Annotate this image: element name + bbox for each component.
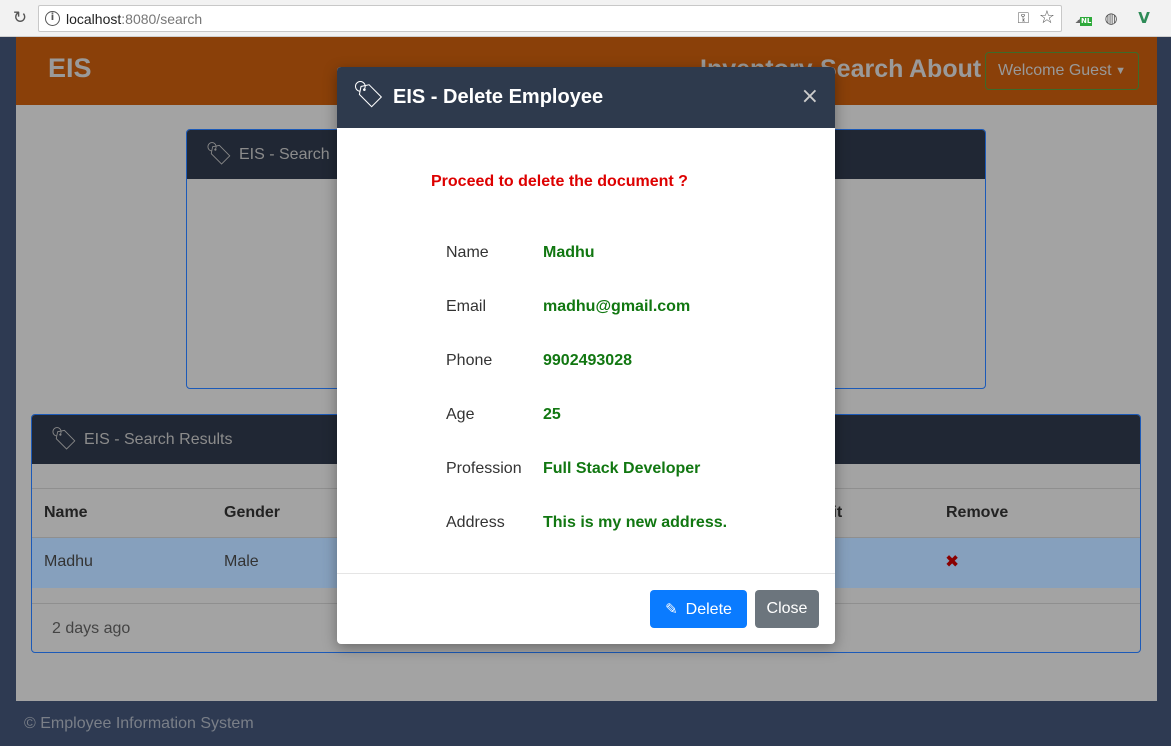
- column-header-remove[interactable]: Remove: [946, 504, 1008, 522]
- extension-badge: NL: [1080, 17, 1093, 26]
- field-label-name: Name: [446, 244, 489, 261]
- footer-text: © Employee Information System: [24, 715, 254, 732]
- delete-button[interactable]: ✎ Delete: [650, 590, 747, 628]
- modal-header: 🏷 EIS - Delete Employee ×: [337, 67, 835, 128]
- field-label-phone: Phone: [446, 352, 493, 369]
- results-card-title: EIS - Search Results: [84, 431, 233, 448]
- close-button[interactable]: Close: [755, 590, 819, 628]
- welcome-dropdown[interactable]: Welcome Guest ▼: [985, 52, 1139, 90]
- page-footer: © Employee Information System: [16, 701, 1157, 746]
- column-header-name[interactable]: Name: [44, 504, 88, 522]
- last-updated-text: 2 days ago: [52, 620, 131, 637]
- url-host: localhost: [66, 11, 122, 27]
- reload-icon[interactable]: ↻: [10, 8, 30, 28]
- column-header-gender[interactable]: Gender: [224, 504, 280, 522]
- url-path: :8080/search: [121, 11, 203, 27]
- field-value-profession: Full Stack Developer: [543, 460, 701, 477]
- tags-icon: 🏷: [205, 142, 233, 167]
- vue-devtools-icon[interactable]: V: [1134, 8, 1154, 28]
- edit-icon: ✎: [665, 600, 678, 618]
- remove-x-icon[interactable]: ✖: [945, 552, 959, 572]
- delete-employee-modal: 🏷 EIS - Delete Employee × Proceed to del…: [337, 67, 835, 644]
- address-bar[interactable]: i localhost:8080/search ⚿ ☆: [38, 5, 1062, 32]
- brand-logo[interactable]: EIS: [48, 53, 92, 84]
- cell-gender: Male: [224, 553, 259, 570]
- bookmark-star-icon[interactable]: ☆: [1039, 7, 1055, 28]
- field-value-age: 25: [543, 406, 561, 423]
- field-label-address: Address: [446, 514, 505, 531]
- field-label-age: Age: [446, 406, 475, 423]
- confirm-message: Proceed to delete the document ?: [431, 173, 688, 190]
- browser-toolbar: ↻ i localhost:8080/search ⚿ ☆ ☁NL ◍ V: [0, 0, 1171, 37]
- modal-footer: ✎ Delete Close: [337, 573, 835, 644]
- welcome-label: Welcome Guest: [998, 62, 1112, 79]
- search-card-title: EIS - Search: [239, 146, 330, 163]
- field-value-email: madhu@gmail.com: [543, 298, 691, 315]
- field-value-phone: 9902493028: [543, 352, 632, 369]
- extension-globe-icon[interactable]: ◍: [1101, 8, 1121, 28]
- field-value-address: This is my new address.: [543, 514, 728, 531]
- nav-about[interactable]: About: [909, 55, 981, 84]
- tags-icon: 🏷: [50, 427, 78, 452]
- caret-down-icon: ▼: [1115, 65, 1126, 77]
- modal-title: EIS - Delete Employee: [393, 86, 604, 108]
- close-icon[interactable]: ×: [801, 84, 819, 109]
- field-label-profession: Profession: [446, 460, 522, 477]
- field-value-name: Madhu: [543, 244, 595, 261]
- info-icon[interactable]: i: [45, 11, 60, 26]
- url-text: localhost:8080/search: [66, 11, 202, 27]
- key-icon[interactable]: ⚿: [1018, 9, 1029, 27]
- field-label-email: Email: [446, 298, 487, 315]
- cell-name: Madhu: [44, 553, 93, 570]
- tags-icon: 🏷: [352, 80, 386, 110]
- extension-icon[interactable]: ☁NL: [1072, 8, 1093, 28]
- delete-button-label: Delete: [685, 601, 732, 618]
